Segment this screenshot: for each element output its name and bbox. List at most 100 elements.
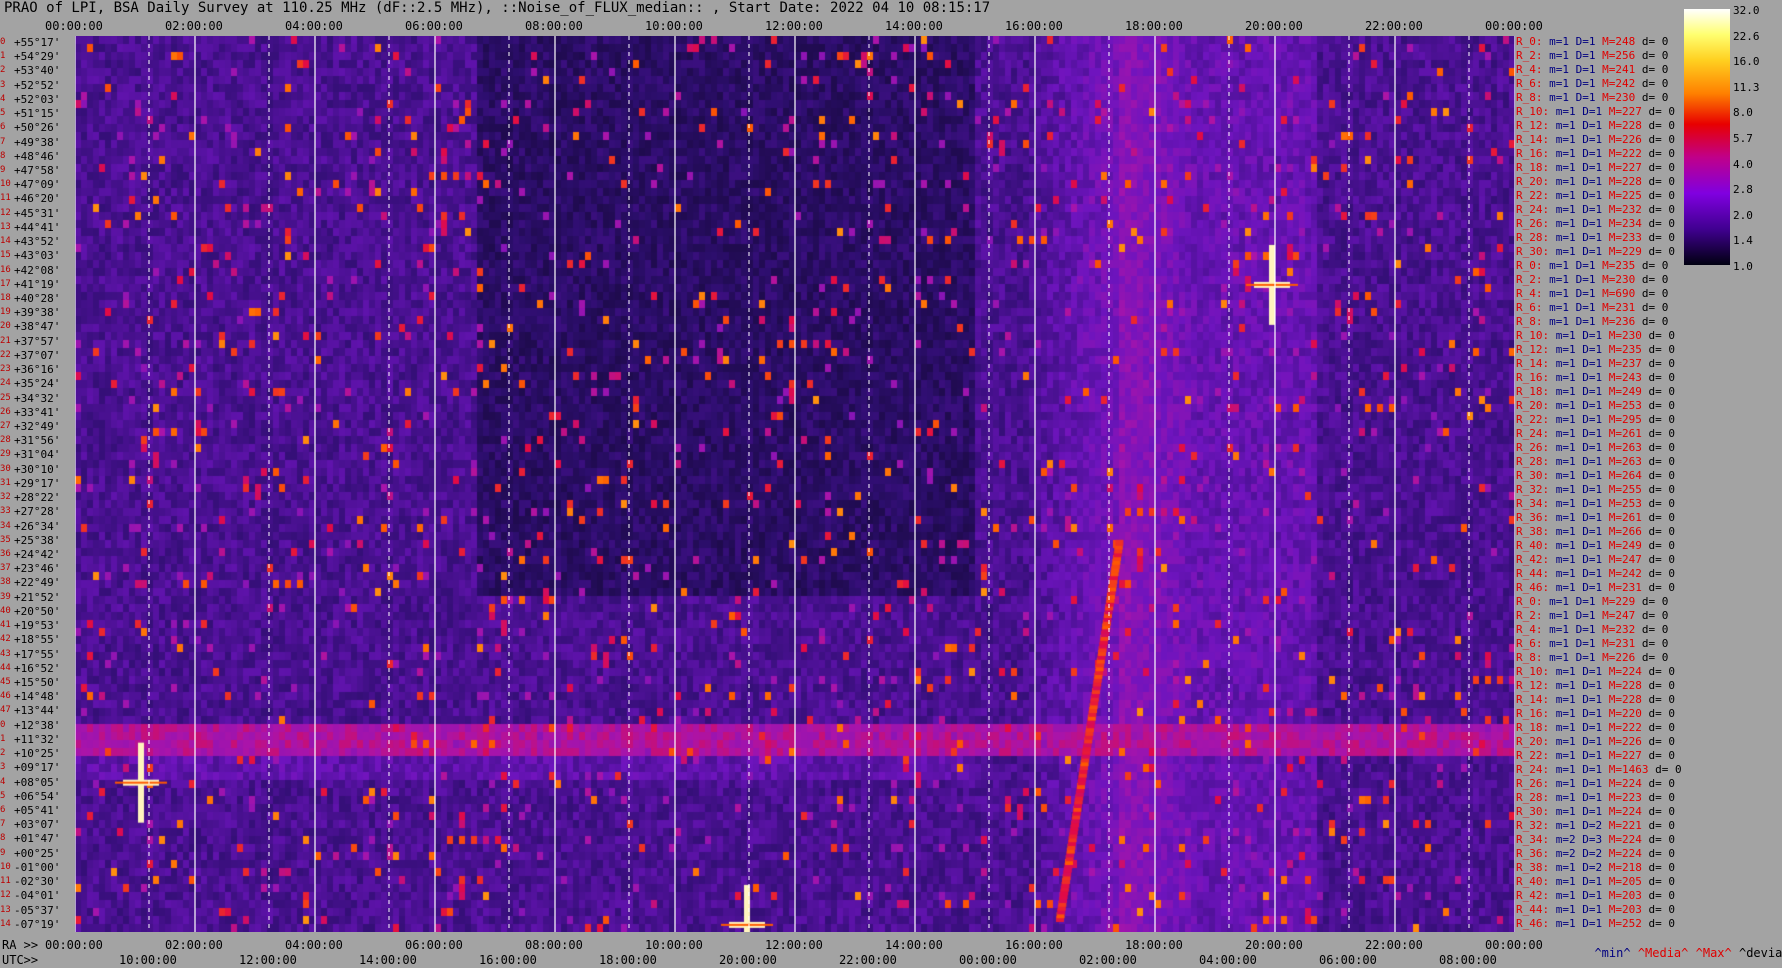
row-min: m=1 xyxy=(1549,329,1576,342)
row-min: m=1 xyxy=(1549,525,1576,538)
row-max: M=263 xyxy=(1602,441,1642,454)
row-label: R_4: xyxy=(1516,623,1543,636)
top-tick-label: 04:00:00 xyxy=(285,19,343,33)
stats-row: R_20: m=1 D=1 M=228 d= 0 xyxy=(1516,176,1675,187)
stats-row: R_4: m=1 D=1 M=690 d= 0 xyxy=(1516,288,1668,299)
row-devia: d= 0 xyxy=(1641,343,1675,356)
dec-label: +21°52' xyxy=(14,590,61,604)
dec-row-index: 46 xyxy=(0,691,11,702)
row-median: D=1 xyxy=(1569,637,1596,650)
stats-row: R_34: m=1 D=1 M=253 d= 0 xyxy=(1516,498,1675,509)
row-min: m=1 xyxy=(1549,413,1576,426)
utc-tick-label: 06:00:00 xyxy=(1319,953,1377,967)
row-median: D=1 xyxy=(1569,315,1596,328)
dec-label: +00°25' xyxy=(14,846,61,860)
row-devia: d= 0 xyxy=(1641,567,1675,580)
top-tick-label: 20:00:00 xyxy=(1245,19,1303,33)
stats-row: R_22: m=1 D=1 M=225 d= 0 xyxy=(1516,190,1675,201)
stats-row: R_22: m=1 D=1 M=227 d= 0 xyxy=(1516,750,1675,761)
dec-label: +52°52' xyxy=(14,78,61,92)
stats-row: R_10: m=1 D=1 M=224 d= 0 xyxy=(1516,666,1675,677)
dec-row-index: 26 xyxy=(0,406,11,417)
row-devia: d= 0 xyxy=(1641,735,1675,748)
row-median: D=1 xyxy=(1569,651,1596,664)
stats-row: R_26: m=1 D=1 M=224 d= 0 xyxy=(1516,778,1675,789)
dec-label: +45°31' xyxy=(14,206,61,220)
dec-row-index: 33 xyxy=(0,506,11,517)
row-devia: d= 0 xyxy=(1641,189,1675,202)
row-devia: d= 0 xyxy=(1641,847,1675,860)
stats-row: R_16: m=1 D=1 M=220 d= 0 xyxy=(1516,708,1675,719)
stats-row: R_10: m=1 D=1 M=230 d= 0 xyxy=(1516,330,1675,341)
row-median: D=1 xyxy=(1575,735,1603,748)
dec-row-index: 13 xyxy=(0,221,11,232)
dec-label: +01°47' xyxy=(14,832,61,846)
dec-row-index: 10 xyxy=(0,179,11,190)
row-median: D=1 xyxy=(1575,889,1603,902)
dec-label: +30°10' xyxy=(14,462,61,476)
stats-row: R_34: m=2 D=3 M=224 d= 0 xyxy=(1516,834,1675,845)
row-max: M=224 xyxy=(1602,847,1642,860)
row-label: R_20: xyxy=(1516,175,1550,188)
ra-tick-label: 00:00:00 xyxy=(1485,938,1543,952)
row-min: m=1 xyxy=(1549,119,1576,132)
row-min: m=1 xyxy=(1549,483,1576,496)
row-median: D=1 xyxy=(1575,497,1603,510)
row-max: M=236 xyxy=(1595,315,1636,328)
row-devia: d= 0 xyxy=(1641,441,1675,454)
stats-row: R_20: m=1 D=1 M=226 d= 0 xyxy=(1516,736,1675,747)
row-max: M=228 xyxy=(1602,119,1642,132)
dec-row-index: 5 xyxy=(0,790,6,801)
dec-label: +27°28' xyxy=(14,505,61,519)
row-median: D=1 xyxy=(1575,777,1603,790)
row-min: m=1 xyxy=(1549,497,1576,510)
row-median: D=1 xyxy=(1569,301,1596,314)
row-devia: d= 0 xyxy=(1635,301,1669,314)
row-label: R_32: xyxy=(1516,483,1550,496)
row-min: m=1 xyxy=(1549,147,1576,160)
row-median: D=1 xyxy=(1575,175,1603,188)
stats-row: R_30: m=1 D=1 M=264 d= 0 xyxy=(1516,470,1675,481)
row-label: R_38: xyxy=(1516,861,1550,874)
row-devia: d= 0 xyxy=(1641,539,1675,552)
dec-label: +40°28' xyxy=(14,292,61,305)
stats-row: R_12: m=1 D=1 M=235 d= 0 xyxy=(1516,344,1675,355)
dec-label: +12°38' xyxy=(14,718,61,732)
utc-tick-label: 12:00:00 xyxy=(239,953,297,967)
row-label: R_2: xyxy=(1516,49,1543,62)
row-label: R_42: xyxy=(1516,553,1550,566)
row-label: R_22: xyxy=(1516,189,1550,202)
row-min: m=1 xyxy=(1549,665,1576,678)
row-devia: d= 0 xyxy=(1641,427,1675,440)
stats-row: R_16: m=1 D=1 M=243 d= 0 xyxy=(1516,372,1675,383)
row-max: M=223 xyxy=(1602,791,1642,804)
stats-row: R_8: m=1 D=1 M=230 d= 0 xyxy=(1516,92,1668,103)
ra-tick-label: 12:00:00 xyxy=(765,938,823,952)
row-median: D=1 xyxy=(1569,273,1596,286)
row-label: R_38: xyxy=(1516,525,1550,538)
utc-tick-label: 02:00:00 xyxy=(1079,953,1137,967)
row-devia: d= 0 xyxy=(1641,161,1675,174)
ra-tick-label: 08:00:00 xyxy=(525,938,583,952)
row-label: R_24: xyxy=(1516,427,1550,440)
row-max: M=230 xyxy=(1602,329,1642,342)
dec-row-index: 16 xyxy=(0,264,11,275)
row-max: M=264 xyxy=(1602,469,1642,482)
row-median: D=1 xyxy=(1569,35,1596,48)
row-label: R_12: xyxy=(1516,343,1550,356)
row-devia: d= 0 xyxy=(1635,609,1669,622)
dec-row-index: 0 xyxy=(0,719,6,730)
row-devia: d= 0 xyxy=(1641,553,1675,566)
row-label: R_6: xyxy=(1516,301,1543,314)
row-median: D=2 xyxy=(1575,847,1603,860)
row-min: m=1 xyxy=(1542,273,1569,286)
row-max: M=205 xyxy=(1602,875,1642,888)
colorbar-tick: 4.0 xyxy=(1733,157,1753,171)
row-label: R_44: xyxy=(1516,567,1550,580)
row-devia: d= 0 xyxy=(1641,665,1675,678)
dec-label: +44°41' xyxy=(14,220,61,234)
row-label: R_16: xyxy=(1516,707,1550,720)
dec-row-index: 12 xyxy=(0,890,11,901)
dec-row-index: 21 xyxy=(0,335,11,346)
row-median: D=1 xyxy=(1575,693,1603,706)
